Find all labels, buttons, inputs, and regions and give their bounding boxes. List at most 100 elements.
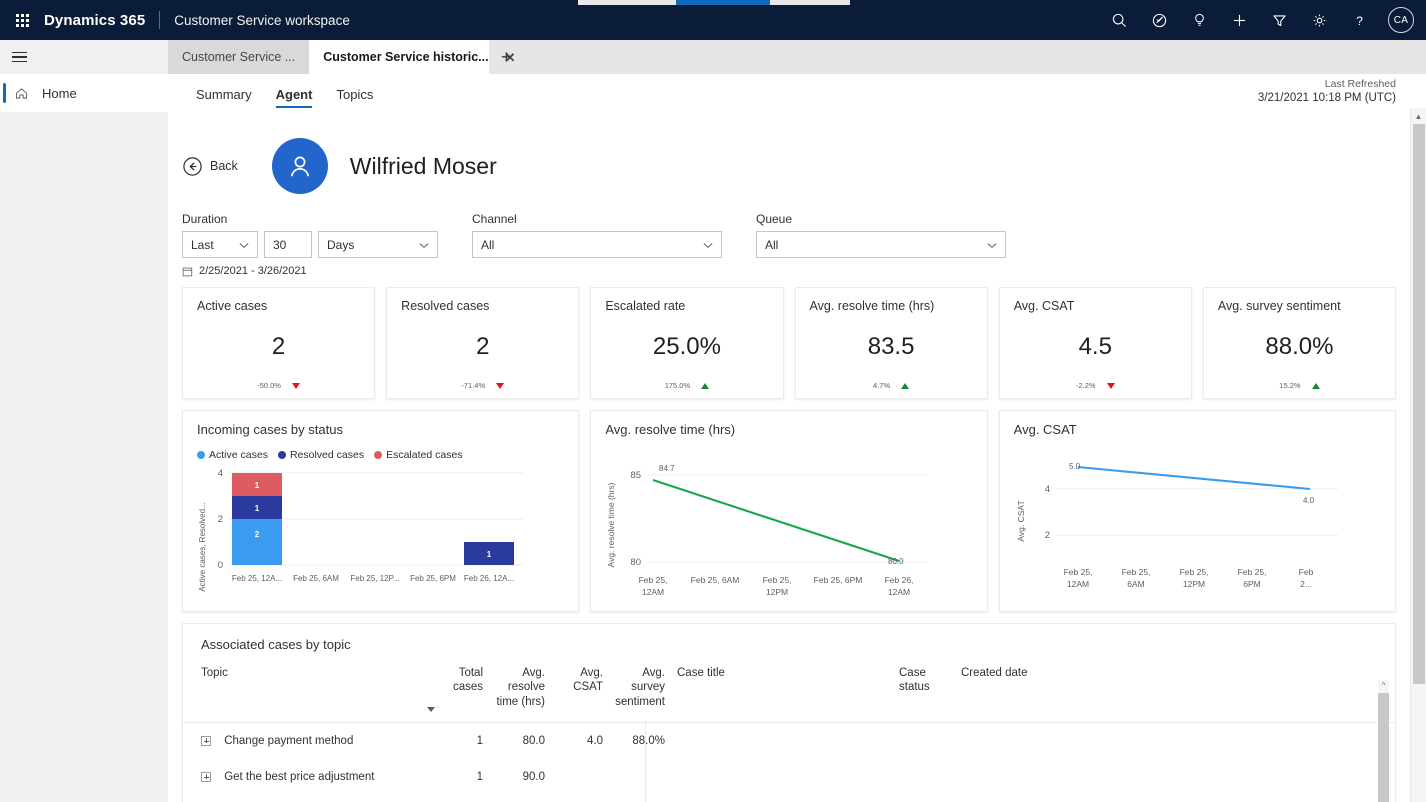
kpi-avg-csat[interactable]: Avg. CSAT 4.5 -2.2% bbox=[998, 287, 1192, 399]
scroll-up-icon[interactable]: ^ bbox=[1378, 680, 1389, 691]
svg-text:Feb 25,: Feb 25, bbox=[1063, 567, 1092, 577]
kpi-footer: -2.2% bbox=[1014, 381, 1177, 390]
page-scrollbar[interactable]: ▲ bbox=[1410, 108, 1426, 802]
table-column-divider bbox=[645, 720, 646, 802]
table-header-row: Topic Total cases Avg. resolve time (hrs… bbox=[183, 666, 1395, 723]
plus-icon[interactable] bbox=[1220, 0, 1258, 40]
new-tab-plus-icon[interactable]: + bbox=[489, 40, 523, 74]
table-scrollbar[interactable]: ^ bbox=[1378, 680, 1389, 802]
column-label: Topic bbox=[201, 667, 228, 679]
trend-up-icon bbox=[901, 382, 910, 389]
cell-avg-resolve-time: 90.0 bbox=[522, 770, 545, 783]
session-tab-2[interactable]: Customer Service historic... ✕ bbox=[309, 40, 515, 74]
duration-unit-select[interactable]: Days bbox=[318, 231, 438, 258]
back-arrow-icon bbox=[183, 156, 202, 176]
app-name-label: Customer Service workspace bbox=[174, 12, 350, 28]
relationship-assistant-icon[interactable] bbox=[1140, 0, 1178, 40]
duration-amount-input[interactable]: 30 bbox=[264, 231, 312, 258]
sidebar-item-home[interactable]: Home bbox=[0, 74, 168, 112]
column-header-avg-resolve-time[interactable]: Avg. resolve time (hrs) bbox=[489, 666, 551, 722]
chevron-down-icon bbox=[229, 238, 249, 252]
legend-item-escalated-cases[interactable]: Escalated cases bbox=[374, 449, 463, 461]
kpi-footer: 15.2% bbox=[1218, 381, 1381, 390]
legend-item-active-cases[interactable]: Active cases bbox=[197, 449, 268, 461]
tab-summary[interactable]: Summary bbox=[184, 87, 264, 108]
legend-item-resolved-cases[interactable]: Resolved cases bbox=[277, 449, 365, 461]
page-scrollbar-thumb[interactable] bbox=[1413, 124, 1425, 684]
search-icon[interactable] bbox=[1100, 0, 1138, 40]
kpi-escalated-rate[interactable]: Escalated rate 25.0% 175.0% bbox=[590, 287, 784, 399]
table-scrollbar-thumb[interactable] bbox=[1378, 693, 1389, 802]
legend-label: Resolved cases bbox=[289, 449, 365, 461]
lightbulb-icon[interactable] bbox=[1180, 0, 1218, 40]
gear-icon[interactable] bbox=[1300, 0, 1338, 40]
column-header-case-title[interactable]: Case title bbox=[671, 666, 899, 722]
chart-avg-resolve-time[interactable]: Avg. resolve time (hrs) Avg. resolve tim… bbox=[590, 410, 988, 612]
user-avatar[interactable]: CA bbox=[1388, 7, 1414, 33]
filter-icon[interactable] bbox=[1260, 0, 1298, 40]
table-head: Topic Total cases Avg. resolve time (hrs… bbox=[183, 666, 1395, 723]
app-launcher-icon[interactable] bbox=[0, 0, 44, 40]
kpi-resolved-cases[interactable]: Resolved cases 2 -71.4% bbox=[386, 287, 580, 399]
cell-avg-resolve-time: 80.0 bbox=[522, 734, 545, 747]
chart-avg-csat[interactable]: Avg. CSAT Avg. CSAT 4 2 5.0 4.0 Feb 25, … bbox=[998, 410, 1396, 612]
column-header-case-status[interactable]: Case status bbox=[899, 666, 961, 722]
svg-text:12AM: 12AM bbox=[642, 587, 664, 597]
legend-swatch bbox=[197, 451, 205, 459]
calendar-icon bbox=[182, 267, 193, 276]
back-button[interactable]: Back bbox=[182, 156, 238, 177]
column-label: Avg. resolve time (hrs) bbox=[496, 667, 545, 708]
table-row[interactable]: Get the best price adjustment 1 90.0 bbox=[183, 759, 1395, 795]
svg-text:80: 80 bbox=[631, 557, 642, 568]
hamburger-menu-icon[interactable] bbox=[0, 40, 168, 74]
svg-text:Feb 25, 6AM: Feb 25, 6AM bbox=[691, 575, 740, 585]
svg-text:Feb 25, 6PM: Feb 25, 6PM bbox=[410, 574, 456, 583]
brand-title: Dynamics 365 bbox=[44, 11, 146, 29]
column-label: Case title bbox=[677, 667, 725, 679]
scroll-up-icon[interactable]: ▲ bbox=[1411, 108, 1426, 124]
trend-down-icon bbox=[496, 382, 505, 389]
associated-cases-table: Topic Total cases Avg. resolve time (hrs… bbox=[183, 666, 1395, 795]
svg-text:Feb 25, 6PM: Feb 25, 6PM bbox=[814, 575, 863, 585]
dashboard-tabs: Summary Agent Topics Last Refreshed 3/21… bbox=[168, 74, 1426, 108]
cell-avg-survey-sentiment: 88.0% bbox=[632, 734, 665, 747]
duration-relative-select[interactable]: Last bbox=[182, 231, 258, 258]
last-refreshed-label: Last Refreshed bbox=[1324, 78, 1396, 90]
svg-text:Feb 25,: Feb 25, bbox=[1121, 567, 1150, 577]
column-header-total-cases[interactable]: Total cases bbox=[427, 666, 489, 722]
tab-agent[interactable]: Agent bbox=[264, 87, 325, 108]
help-icon[interactable]: ? bbox=[1340, 0, 1378, 40]
cell-topic[interactable]: Get the best price adjustment bbox=[183, 759, 427, 795]
column-header-created-date[interactable]: Created date bbox=[961, 666, 1395, 722]
kpi-avg-survey-sentiment[interactable]: Avg. survey sentiment 88.0% 15.2% bbox=[1202, 287, 1397, 399]
column-label: Total cases bbox=[452, 667, 483, 694]
kpi-title: Avg. CSAT bbox=[1013, 299, 1075, 313]
header-actions: ? CA bbox=[1100, 0, 1426, 40]
channel-select[interactable]: All bbox=[472, 231, 722, 258]
svg-text:12PM: 12PM bbox=[766, 587, 788, 597]
tab-topics[interactable]: Topics bbox=[324, 87, 385, 108]
expand-row-icon[interactable] bbox=[201, 771, 211, 782]
queue-value: All bbox=[765, 237, 779, 252]
expand-row-icon[interactable] bbox=[201, 735, 211, 746]
chart-title: Avg. resolve time (hrs) bbox=[605, 422, 736, 437]
kpi-active-cases[interactable]: Active cases 2 -50.0% bbox=[182, 287, 376, 399]
svg-text:Feb 25,: Feb 25, bbox=[763, 575, 792, 585]
legend-swatch bbox=[277, 451, 286, 459]
column-header-avg-survey-sentiment[interactable]: Avg. survey sentiment bbox=[609, 666, 671, 722]
svg-text:Avg. CSAT: Avg. CSAT bbox=[1016, 500, 1026, 541]
session-tab-strip: Customer Service ... Customer Service hi… bbox=[0, 40, 1426, 74]
queue-select[interactable]: All bbox=[756, 231, 1006, 258]
column-header-topic[interactable]: Topic bbox=[183, 666, 427, 722]
chart-incoming-cases-by-status[interactable]: Incoming cases by status Active cases Re… bbox=[182, 410, 580, 612]
kpi-avg-resolve-time[interactable]: Avg. resolve time (hrs) 83.5 4.7% bbox=[794, 287, 988, 399]
table-row[interactable]: Change payment method 1 80.0 4.0 88.0% bbox=[183, 722, 1395, 759]
home-icon bbox=[14, 86, 38, 101]
cell-topic[interactable]: Change payment method bbox=[183, 722, 427, 759]
kpi-value: 2 bbox=[271, 333, 286, 360]
kpi-delta: 15.2% bbox=[1279, 381, 1301, 390]
column-header-avg-csat[interactable]: Avg. CSAT bbox=[551, 666, 609, 722]
session-tab-1[interactable]: Customer Service ... bbox=[168, 40, 310, 74]
svg-text:12AM: 12AM bbox=[1067, 579, 1089, 589]
svg-text:Feb 25,: Feb 25, bbox=[1237, 567, 1266, 577]
